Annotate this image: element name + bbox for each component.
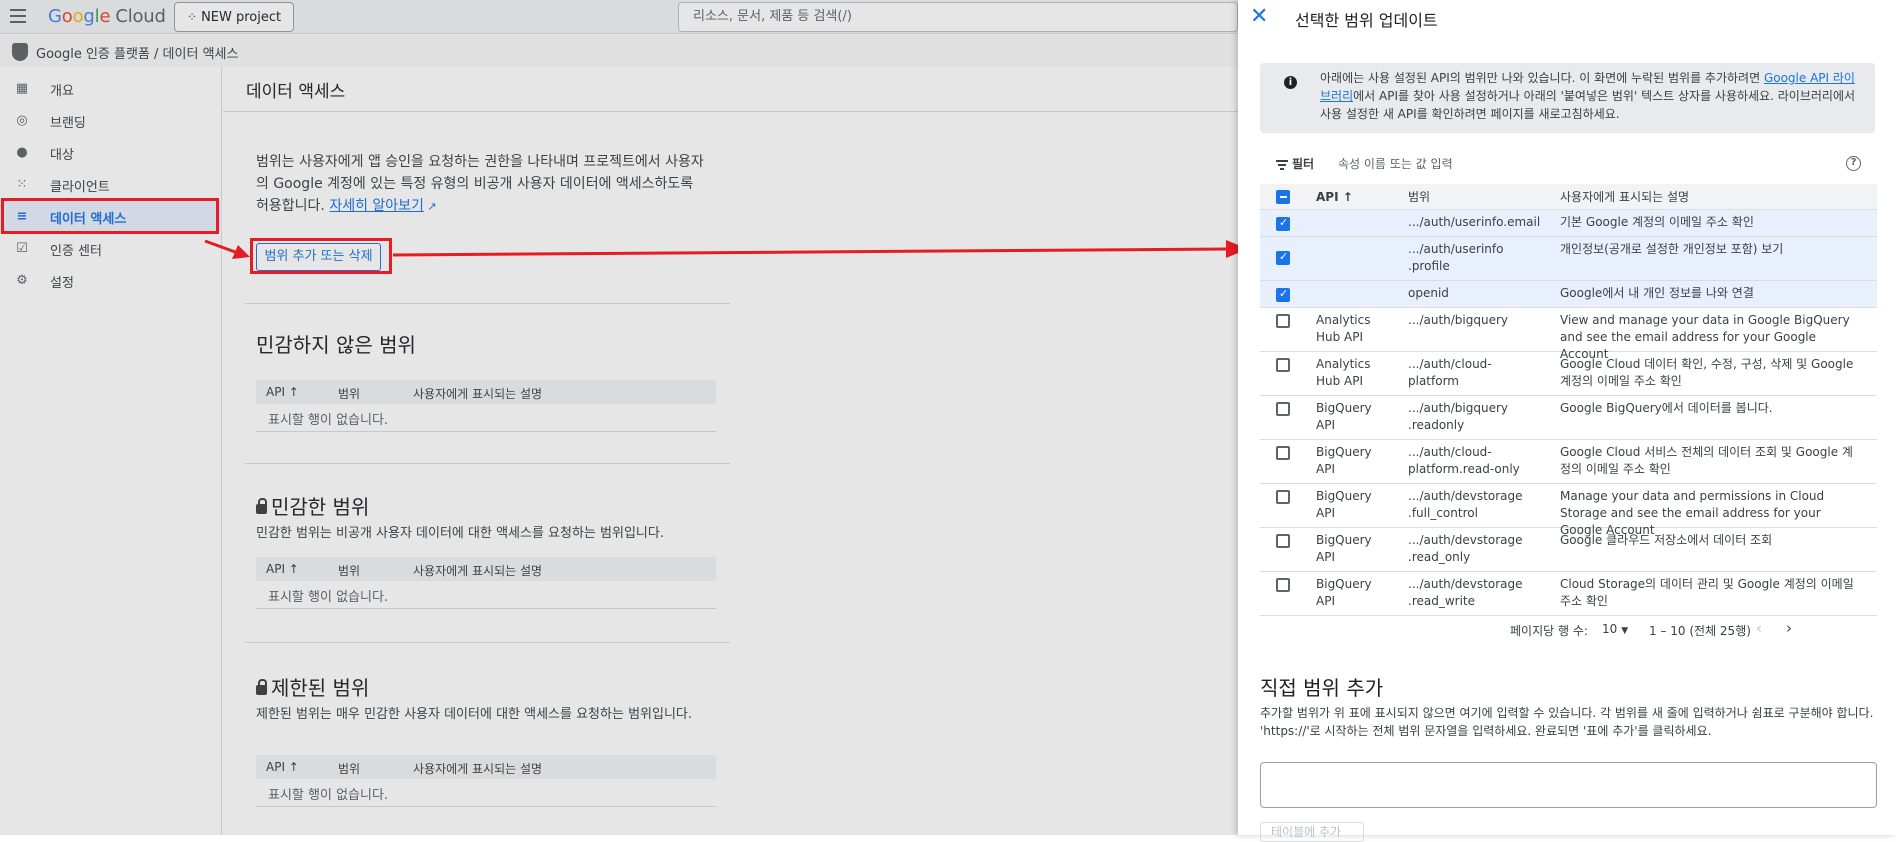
help-icon[interactable]: ? — [1846, 156, 1861, 171]
row-description: Google BigQuery에서 데이터를 봅니다. — [1560, 401, 1773, 415]
row-checkbox[interactable] — [1276, 216, 1290, 231]
scope-column-header: 범위 — [1408, 190, 1431, 204]
modal-scrim[interactable] — [0, 0, 1238, 835]
row-description: Cloud Storage의 데이터 관리 및 Google 계정의 이메일 주… — [1560, 577, 1854, 608]
caret-down-icon: ▼ — [1621, 626, 1629, 636]
table-row[interactable]: BigQuery API .../auth/devstorage .read_o… — [1260, 528, 1877, 572]
row-checkbox[interactable] — [1276, 578, 1290, 592]
filter-icon[interactable] — [1276, 160, 1288, 170]
row-api: BigQuery API — [1316, 533, 1372, 564]
table-row[interactable]: Analytics Hub API .../auth/cloud-platfor… — [1260, 352, 1877, 396]
row-scope: .../auth/bigquery .readonly — [1408, 401, 1509, 432]
description-column-header: 사용자에게 표시되는 설명 — [1560, 190, 1690, 204]
row-scope: .../auth/devstorage .read_write — [1408, 577, 1523, 608]
row-checkbox[interactable] — [1276, 534, 1290, 548]
info-banner: i 아래에는 사용 설정된 API의 범위만 나와 있습니다. 이 화면에 누락… — [1260, 63, 1875, 133]
filter-input[interactable]: 속성 이름 또는 값 입력 — [1338, 155, 1453, 172]
update-scopes-panel: ✕ 선택한 범위 업데이트 i 아래에는 사용 설정된 API의 범위만 나와 … — [1238, 0, 1896, 842]
table-row[interactable]: .../auth/userinfo.email 기본 Google 계정의 이메… — [1260, 210, 1877, 237]
add-to-table-button[interactable]: 테이블에 추가 — [1260, 822, 1364, 842]
annotation-highlight-button — [250, 238, 392, 274]
table-row[interactable]: BigQuery API .../auth/devstorage .full_c… — [1260, 484, 1877, 537]
manual-scopes-textarea[interactable] — [1260, 762, 1877, 808]
row-api: Analytics Hub API — [1316, 357, 1371, 388]
row-scope: openid — [1408, 286, 1449, 300]
rows-per-page-select[interactable]: 10 ▼ — [1602, 622, 1628, 636]
row-checkbox[interactable] — [1276, 490, 1290, 504]
chevron-right-icon[interactable]: › — [1786, 619, 1792, 637]
row-api: BigQuery API — [1316, 445, 1372, 476]
row-checkbox[interactable] — [1276, 250, 1290, 265]
row-api: BigQuery API — [1316, 577, 1372, 608]
row-scope: .../auth/bigquery — [1408, 313, 1509, 327]
table-row[interactable]: BigQuery API .../auth/devstorage .read_w… — [1260, 572, 1877, 616]
table-header: API ↑ 범위 사용자에게 표시되는 설명 — [1260, 184, 1877, 210]
row-api: Analytics Hub API — [1316, 313, 1371, 344]
chevron-left-icon[interactable]: ‹ — [1756, 619, 1762, 637]
row-checkbox[interactable] — [1276, 314, 1290, 328]
row-description: 기본 Google 계정의 이메일 주소 확인 — [1560, 215, 1754, 229]
filter-label: 필터 — [1292, 157, 1315, 171]
row-scope: .../auth/cloud-platform — [1408, 357, 1492, 388]
manual-scopes-desc: 추가할 범위가 위 표에 표시되지 않으면 여기에 입력할 수 있습니다. 각 … — [1260, 706, 1874, 738]
row-description: Google Cloud 데이터 확인, 수정, 구성, 삭제 및 Google… — [1560, 357, 1854, 388]
row-scope: .../auth/devstorage .full_control — [1408, 489, 1523, 520]
row-api: BigQuery API — [1316, 489, 1372, 520]
manual-scopes-title: 직접 범위 추가 — [1260, 676, 1384, 700]
row-description: Google에서 내 개인 정보를 나와 연결 — [1560, 286, 1754, 300]
row-scope: .../auth/cloud-platform.read-only — [1408, 445, 1520, 476]
table-row[interactable]: BigQuery API .../auth/bigquery .readonly… — [1260, 396, 1877, 440]
select-all-checkbox[interactable] — [1276, 190, 1290, 204]
row-scope: .../auth/userinfo.email — [1408, 215, 1541, 229]
close-icon[interactable]: ✕ — [1250, 4, 1268, 29]
row-api: BigQuery API — [1316, 401, 1372, 432]
row-checkbox[interactable] — [1276, 287, 1290, 302]
row-checkbox[interactable] — [1276, 402, 1290, 416]
info-icon: i — [1284, 76, 1297, 89]
rows-per-page-label: 페이지당 행 수: — [1510, 624, 1588, 638]
table-row[interactable]: openid Google에서 내 개인 정보를 나와 연결 — [1260, 281, 1877, 308]
panel-title: 선택한 범위 업데이트 — [1295, 11, 1438, 30]
row-description: Google Cloud 서비스 전체의 데이터 조회 및 Google 계정의… — [1560, 445, 1853, 476]
table-row[interactable]: Analytics Hub API .../auth/bigquery View… — [1260, 308, 1877, 361]
table-row[interactable]: .../auth/userinfo .profile 개인정보(공개로 설정한 … — [1260, 237, 1877, 281]
scopes-table: API ↑ 범위 사용자에게 표시되는 설명 .../auth/userinfo… — [1260, 184, 1877, 616]
page-range: 1 – 10 (전체 25행) — [1649, 624, 1751, 638]
row-scope: .../auth/devstorage .read_only — [1408, 533, 1523, 564]
annotation-highlight-sidebar — [1, 198, 219, 234]
row-description: Google 클라우드 저장소에서 데이터 조회 — [1560, 533, 1773, 547]
table-row[interactable]: BigQuery API .../auth/cloud-platform.rea… — [1260, 440, 1877, 484]
row-checkbox[interactable] — [1276, 358, 1290, 372]
row-description: 개인정보(공개로 설정한 개인정보 포함) 보기 — [1560, 242, 1784, 256]
row-scope: .../auth/userinfo .profile — [1408, 242, 1504, 273]
row-checkbox[interactable] — [1276, 446, 1290, 460]
api-column-header[interactable]: API ↑ — [1316, 189, 1388, 206]
